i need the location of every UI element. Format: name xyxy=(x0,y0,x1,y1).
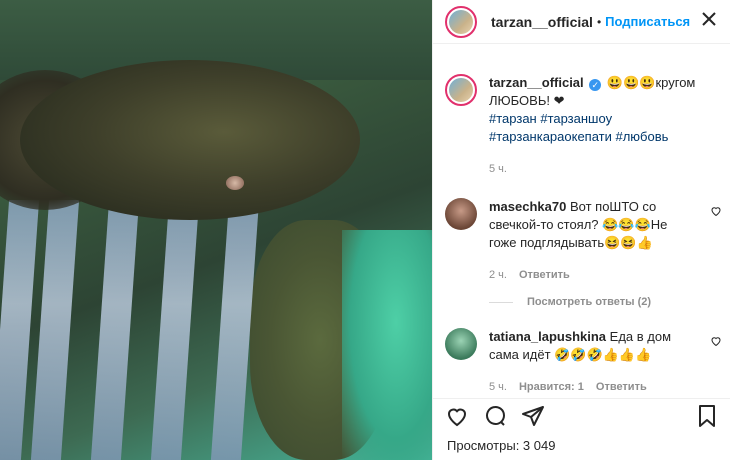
caption-text-1: кругом xyxy=(655,75,696,90)
view-replies[interactable]: Посмотреть ответы (2) xyxy=(489,296,730,308)
media-grate xyxy=(0,200,300,460)
header-username[interactable]: tarzan__official xyxy=(491,14,593,30)
heart-icon[interactable] xyxy=(445,404,469,433)
post-media[interactable] xyxy=(0,0,432,460)
reply-button[interactable]: Ответить xyxy=(519,266,570,284)
caption-username[interactable]: tarzan__official xyxy=(489,75,584,90)
comment-likes[interactable]: Нравится: 1 xyxy=(519,378,584,396)
verified-icon: ✓ xyxy=(589,79,602,91)
media-green-water xyxy=(342,230,432,460)
caption-emoji: 😃😃😃 xyxy=(606,75,656,90)
caption-hashtags-2[interactable]: #тарзанкараокепати #любовь xyxy=(489,129,668,144)
caption-avatar[interactable] xyxy=(445,74,477,106)
header-dot: • xyxy=(596,14,602,29)
comment-username[interactable]: masechka70 xyxy=(489,199,566,214)
caption: tarzan__official ✓ 😃😃😃кругом ЛЮБОВЬ! ❤ #… xyxy=(433,44,730,178)
media-crab-eye xyxy=(226,176,244,190)
view-replies-label[interactable]: Посмотреть ответы (2) xyxy=(527,296,651,308)
avatar[interactable] xyxy=(445,5,477,38)
share-icon[interactable] xyxy=(521,404,545,433)
comment-avatar[interactable] xyxy=(445,198,477,230)
comment: tatiana_lapushkina Еда в дом сама идёт 🤣… xyxy=(433,328,730,396)
like-comment-icon[interactable] xyxy=(710,334,722,347)
reply-button[interactable]: Ответить xyxy=(596,378,647,396)
save-icon[interactable] xyxy=(696,404,718,433)
comment-time: 2 ч. xyxy=(489,269,507,281)
post-panel: tarzan__official • Подписаться tarzan__o… xyxy=(432,0,730,460)
like-comment-icon[interactable] xyxy=(710,204,722,217)
more-options-icon[interactable] xyxy=(700,10,718,33)
post-actions xyxy=(433,398,730,438)
caption-hashtags[interactable]: #тарзан #тарзаншоу xyxy=(489,111,612,126)
comment: masechka70 Вот поШТО со свечкой-то стоял… xyxy=(433,198,730,284)
post-header: tarzan__official • Подписаться xyxy=(433,0,730,44)
comment-icon[interactable] xyxy=(483,404,507,433)
caption-time: 5 ч. xyxy=(489,163,507,175)
comment-time: 5 ч. xyxy=(489,381,507,393)
views-count: Просмотры: 3 049 xyxy=(447,438,556,453)
comments-scroll[interactable]: tarzan__official ✓ 😃😃😃кругом ЛЮБОВЬ! ❤ #… xyxy=(433,44,730,404)
comment-username[interactable]: tatiana_lapushkina xyxy=(489,329,606,344)
caption-text-2: ЛЮБОВЬ! ❤ xyxy=(489,93,565,108)
media-crab xyxy=(20,60,360,220)
comment-avatar[interactable] xyxy=(445,328,477,360)
follow-button[interactable]: Подписаться xyxy=(605,14,690,29)
